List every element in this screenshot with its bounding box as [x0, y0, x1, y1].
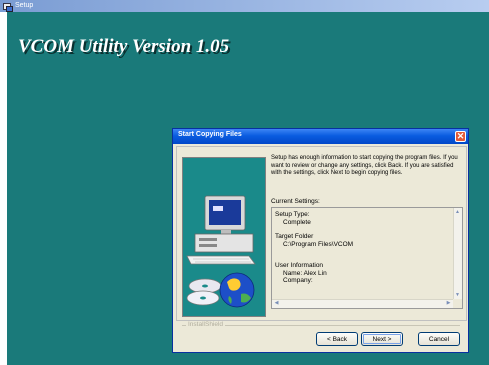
dialog-titlebar[interactable]: Start Copying Files ✕ [173, 129, 468, 144]
banner-title: VCOM Utility Version 1.05 [18, 36, 230, 57]
company-line: Company: [283, 277, 313, 284]
installshield-label: InstallShield [186, 321, 226, 329]
current-settings-label: Current Settings: [271, 198, 320, 205]
setup-window: Setup VCOM Utility Version 1.05 Start Co… [0, 0, 489, 365]
next-button[interactable]: Next > [361, 332, 403, 346]
user-info-label: User Information [275, 262, 324, 269]
settings-content: Setup Type: Complete Target Folder C:\Pr… [275, 211, 353, 285]
vertical-scrollbar[interactable]: ▲ ▼ [453, 208, 462, 300]
cancel-button[interactable]: Cancel [418, 332, 460, 346]
scroll-up-icon[interactable]: ▲ [454, 209, 461, 216]
target-folder-value: C:\Program Files\VCOM [283, 240, 354, 248]
setup-type-value: Complete [283, 218, 311, 226]
window-titlebar[interactable]: Setup [0, 0, 489, 12]
start-copying-dialog: Start Copying Files ✕ Setup has enough i… [172, 128, 469, 353]
scroll-down-icon[interactable]: ▼ [454, 292, 461, 299]
computer-illustration [182, 157, 266, 317]
dialog-title: Start Copying Files [178, 131, 242, 138]
window-title: Setup [15, 2, 34, 9]
computer-globe-image [183, 158, 265, 316]
setup-message: Setup has enough information to start co… [271, 155, 458, 176]
settings-textbox[interactable]: Setup Type: Complete Target Folder C:\Pr… [271, 207, 463, 309]
setup-icon [3, 2, 13, 12]
scroll-right-icon[interactable]: ▶ [445, 300, 452, 307]
scroll-left-icon[interactable]: ◀ [273, 300, 280, 307]
target-folder-label: Target Folder [275, 233, 314, 240]
horizontal-scrollbar[interactable]: ◀ ▶ [272, 299, 453, 308]
close-icon: ✕ [456, 131, 465, 141]
setup-type-label: Setup Type: [275, 211, 310, 218]
dialog-body: Setup has enough information to start co… [176, 146, 467, 321]
scroll-corner [453, 299, 462, 308]
user-name-line: Name: Alex Lin [283, 269, 327, 277]
close-button[interactable]: ✕ [455, 131, 466, 142]
back-button[interactable]: < Back [316, 332, 358, 346]
